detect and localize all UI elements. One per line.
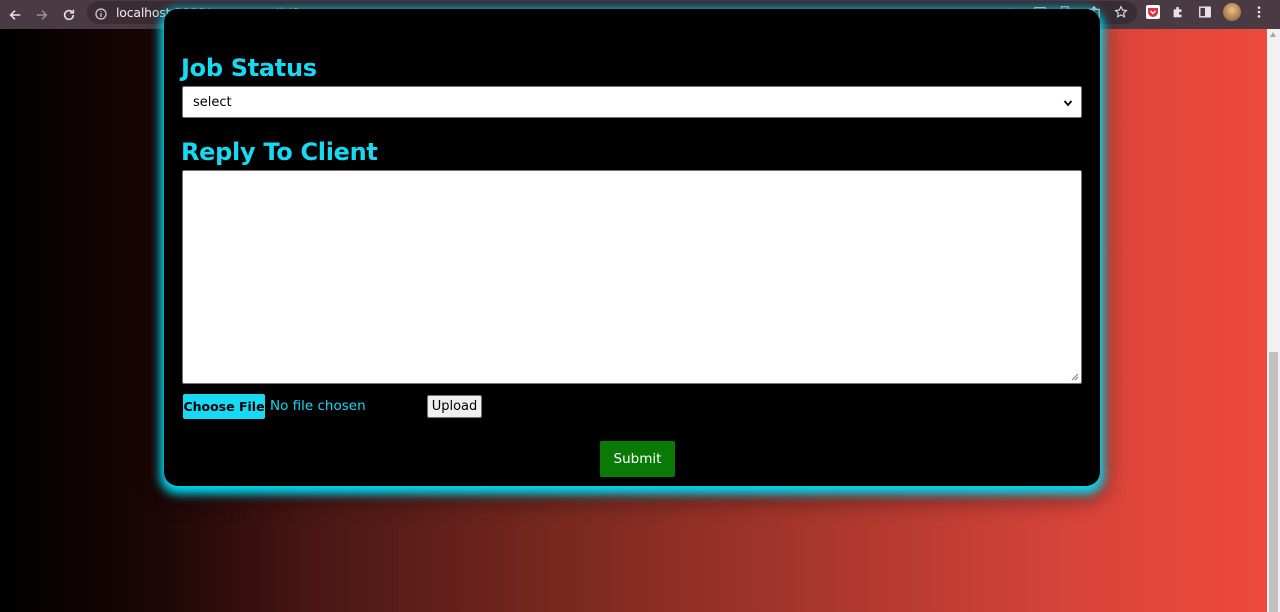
upload-button[interactable]: Upload [427,395,482,418]
page-background: Job Status select Reply To Client Choose… [0,9,1267,612]
back-arrow-icon[interactable] [1,3,28,27]
side-panel-icon[interactable] [1196,3,1214,21]
menu-kebab-icon[interactable] [1250,3,1268,21]
job-status-heading: Job Status [181,54,317,82]
reply-to-client-heading: Reply To Client [181,138,378,166]
resize-grip-icon[interactable] [1071,373,1079,381]
pocket-extension-icon[interactable] [1146,5,1160,19]
scroll-up-arrow-icon[interactable] [1270,32,1276,37]
site-info-icon[interactable] [95,7,107,20]
reply-textarea[interactable] [182,170,1082,384]
extensions-puzzle-icon[interactable] [1169,3,1187,21]
chevron-down-icon [1063,97,1073,107]
scrollbar-thumb[interactable] [1269,352,1278,612]
edit-form-card: Job Status select Reply To Client Choose… [164,9,1100,486]
forward-arrow-icon[interactable] [28,3,55,27]
reload-icon[interactable] [55,3,82,27]
bookmark-star-icon[interactable] [1113,4,1129,20]
job-status-selected-value: select [193,94,232,110]
job-status-select[interactable]: select [182,86,1082,118]
page-scrollbar[interactable] [1267,29,1280,612]
file-status-text: No file chosen [270,398,366,414]
profile-avatar[interactable] [1223,3,1241,21]
submit-button[interactable]: Submit [600,441,675,477]
choose-file-button[interactable]: Choose File [183,394,265,419]
